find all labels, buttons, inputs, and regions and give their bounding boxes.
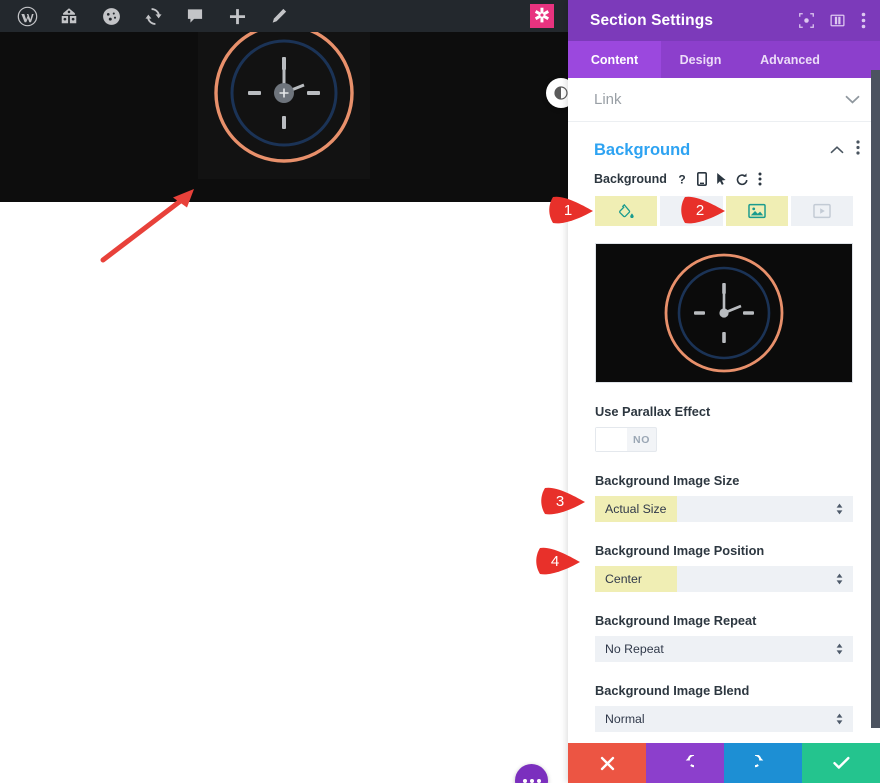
discard-button[interactable] — [568, 743, 646, 783]
tab-design[interactable]: Design — [661, 41, 740, 78]
background-video-tab[interactable] — [790, 196, 853, 226]
svg-text:?: ? — [678, 173, 685, 187]
kebab-menu-icon[interactable] — [758, 172, 762, 186]
select-value: Center — [605, 572, 642, 586]
layout-columns-icon[interactable] — [830, 13, 845, 28]
kebab-menu-icon[interactable] — [861, 12, 866, 29]
background-image-repeat-select[interactable]: No Repeat — [595, 636, 853, 662]
callout-number: 4 — [550, 552, 560, 570]
hover-cursor-icon[interactable] — [716, 172, 727, 186]
select-value: Actual Size — [605, 502, 667, 516]
background-image-preview[interactable] — [595, 243, 853, 383]
undo-button[interactable] — [646, 743, 724, 783]
toggle-knob — [596, 428, 627, 451]
comment-icon[interactable] — [174, 0, 216, 32]
link-section-header[interactable]: Link — [568, 78, 880, 122]
background-image-repeat-label: Background Image Repeat — [595, 613, 757, 628]
use-parallax-effect-toggle[interactable]: NO — [595, 427, 657, 452]
select-value: Normal — [605, 712, 645, 726]
background-image-position-label: Background Image Position — [595, 543, 765, 558]
background-section-controls — [830, 140, 860, 160]
panel-header: Section Settings — [568, 0, 880, 41]
callout-number: 2 — [695, 201, 705, 219]
panel-title: Section Settings — [590, 11, 714, 29]
background-image-tab[interactable] — [725, 196, 788, 226]
panel-tabs: Content Design Advanced — [568, 41, 880, 78]
background-color-tab[interactable] — [595, 196, 658, 226]
callout-marker-4: 4 — [536, 544, 588, 578]
wordpress-logo-icon[interactable] — [6, 0, 48, 32]
use-parallax-effect-label: Use Parallax Effect — [595, 404, 711, 419]
stepper-arrows-icon — [836, 643, 843, 655]
panel-body: Link Background Background ? Use Paralla… — [568, 78, 880, 783]
refresh-icon[interactable] — [132, 0, 174, 32]
stepper-arrows-icon — [836, 713, 843, 725]
help-icon[interactable]: ? — [676, 172, 688, 187]
background-field-label-row: Background ? — [568, 166, 880, 192]
callout-number: 3 — [555, 492, 565, 510]
kebab-menu-icon[interactable] — [856, 140, 860, 160]
background-image-position-select[interactable]: Center — [595, 566, 853, 592]
plus-icon[interactable] — [216, 0, 258, 32]
panel-header-icons — [799, 12, 866, 29]
page-settings-fab[interactable] — [515, 764, 548, 783]
stepper-arrows-icon — [836, 573, 843, 585]
callout-number: 1 — [563, 201, 573, 219]
background-fields: Use Parallax Effect NO Background Image … — [568, 404, 880, 732]
pencil-icon[interactable] — [258, 0, 300, 32]
background-field-label: Background — [594, 172, 667, 186]
focus-target-icon[interactable] — [799, 13, 814, 28]
save-button[interactable] — [802, 743, 880, 783]
section-settings-panel: Section Settings Content Design Advanced… — [568, 0, 880, 783]
responsive-device-icon[interactable] — [696, 172, 707, 186]
chevron-down-icon — [845, 91, 860, 109]
tab-advanced[interactable]: Advanced — [740, 41, 840, 78]
wordpress-admin-bar: ✲ — [0, 0, 568, 32]
panel-scrollbar[interactable] — [871, 70, 880, 728]
background-image-size-label: Background Image Size — [595, 473, 740, 488]
select-value: No Repeat — [605, 642, 664, 656]
reset-icon[interactable] — [736, 172, 749, 186]
stepper-arrows-icon — [836, 503, 843, 515]
page-canvas — [0, 32, 576, 783]
background-section-title: Background — [594, 140, 691, 159]
speedometer-icon[interactable] — [90, 0, 132, 32]
redo-button[interactable] — [724, 743, 802, 783]
background-image-blend-label: Background Image Blend — [595, 683, 750, 698]
screenshot-root: ✲ Section Settings Content Design Advanc… — [0, 0, 880, 783]
link-section-label: Link — [594, 91, 622, 108]
chevron-up-icon[interactable] — [830, 141, 844, 159]
background-section-header[interactable]: Background — [568, 122, 880, 166]
clock-graphic — [198, 32, 370, 179]
callout-marker-2: 2 — [681, 193, 733, 227]
hero-section — [0, 32, 568, 202]
callout-marker-1: 1 — [549, 193, 601, 227]
divi-builder-icon[interactable]: ✲ — [530, 4, 554, 28]
toggle-value: NO — [633, 433, 650, 446]
callout-marker-3: 3 — [541, 484, 593, 518]
panel-footer — [568, 743, 880, 783]
site-home-icon[interactable] — [48, 0, 90, 32]
background-image-size-select[interactable]: Actual Size — [595, 496, 853, 522]
tab-content[interactable]: Content — [568, 41, 661, 78]
background-image-blend-select[interactable]: Normal — [595, 706, 853, 732]
